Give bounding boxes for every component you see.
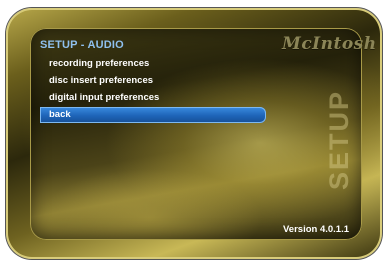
menu-item-digital-input-preferences[interactable]: digital input preferences — [40, 90, 266, 106]
setup-audio-screen: SETUP - AUDIO McIntosh recording prefere… — [0, 0, 388, 267]
menu-item-back[interactable]: back — [40, 107, 266, 123]
menu-item-recording-preferences[interactable]: recording preferences — [40, 56, 266, 72]
menu-item-disc-insert-preferences[interactable]: disc insert preferences — [40, 73, 266, 89]
page-title: SETUP - AUDIO — [40, 39, 124, 51]
setup-watermark-text: SETUP — [324, 89, 354, 191]
setup-watermark: SETUP — [304, 80, 374, 200]
mcintosh-logo: McIntosh — [282, 34, 377, 54]
menu-list: recording preferences disc insert prefer… — [40, 56, 266, 124]
version-label: Version 4.0.1.1 — [283, 224, 350, 235]
